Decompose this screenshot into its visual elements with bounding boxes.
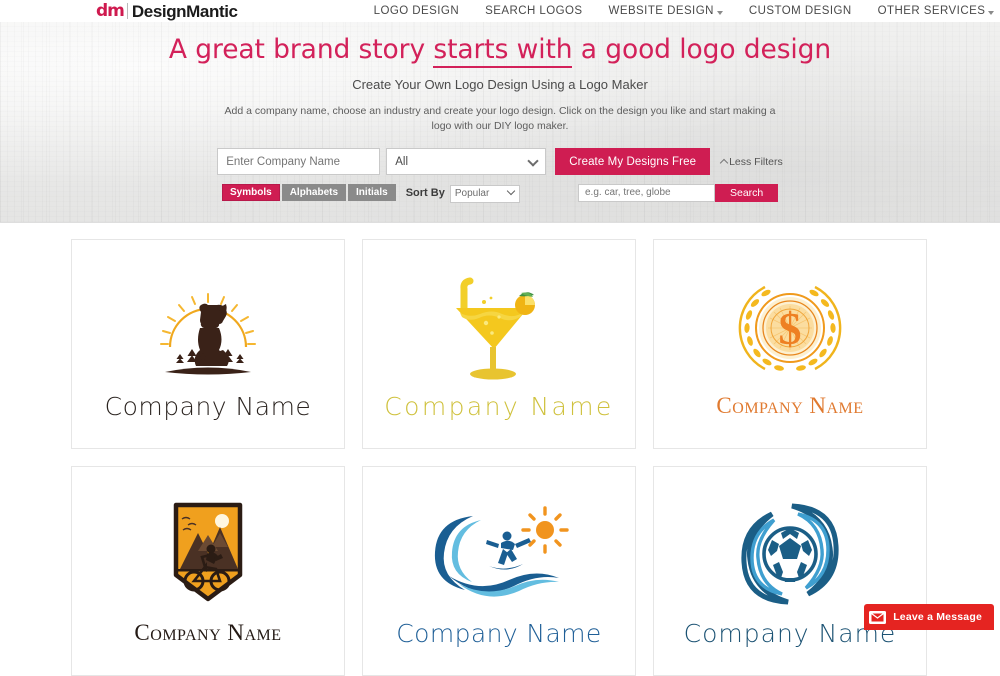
logo-results-grid: Company Name	[0, 223, 1000, 676]
nav-item-logo-design[interactable]: LOGO DESIGN	[374, 5, 459, 17]
logo-company-name: Company Name	[384, 392, 613, 421]
logo-card-surfer-wave[interactable]: Company Name	[362, 466, 636, 676]
nav-item-label: WEBSITE DESIGN	[609, 5, 714, 17]
industry-select[interactable]: All	[386, 148, 546, 175]
nav-item-other-services[interactable]: OTHER SERVICES	[878, 5, 995, 17]
soccer-ball-swirl-icon	[734, 495, 846, 613]
filter-chip-initials[interactable]: Initials	[348, 184, 396, 201]
nav-links: LOGO DESIGN SEARCH LOGOS WEBSITE DESIGN …	[374, 5, 995, 17]
page-title-underlined: starts with	[433, 34, 572, 68]
less-filters-label: Less Filters	[729, 156, 783, 168]
envelope-icon	[869, 611, 886, 624]
filter-chip-alphabets[interactable]: Alphabets	[282, 184, 346, 201]
page-title-part1: A great brand story	[169, 34, 433, 65]
page-title: A great brand story starts with a good l…	[0, 34, 1000, 65]
less-filters-toggle[interactable]: Less Filters	[721, 156, 783, 168]
sort-by-select[interactable]: Popular	[450, 185, 520, 203]
hero-description: Add a company name, choose an industry a…	[220, 104, 780, 134]
brand-divider	[127, 3, 128, 19]
cocktail-glass-icon	[444, 268, 554, 386]
logo-company-name: Company Name	[716, 393, 863, 419]
designmantic-mark-icon: dm	[96, 3, 124, 20]
mountain-bike-badge-icon	[158, 496, 258, 614]
chat-label: Leave a Message	[893, 611, 982, 623]
logo-card-soccer-ball[interactable]: Company Name	[653, 466, 927, 676]
dollar-coin-wreath-icon: $	[735, 269, 845, 387]
nav-item-label: SEARCH LOGOS	[485, 5, 582, 17]
logo-company-name: Company Name	[396, 619, 601, 648]
filters-row: Symbols Alphabets Initials Sort By Popul…	[0, 183, 1000, 202]
sort-select-wrapper: Popular	[450, 183, 520, 203]
nav-item-search-logos[interactable]: SEARCH LOGOS	[485, 5, 582, 17]
chevron-down-icon	[988, 11, 994, 15]
chevron-up-icon	[720, 159, 728, 167]
surfer-wave-icon	[429, 495, 569, 613]
brand-logo[interactable]: dm DesignMantic	[96, 3, 238, 20]
logo-card-cocktail[interactable]: Company Name	[362, 239, 636, 449]
keyword-search-input[interactable]	[578, 184, 715, 202]
leave-a-message-widget[interactable]: Leave a Message	[864, 604, 994, 630]
logo-company-name: Company Name	[105, 392, 312, 421]
filter-chips-group: Symbols Alphabets Initials Sort By Popul…	[222, 183, 520, 203]
brand-name: DesignMantic	[132, 3, 238, 20]
create-designs-button[interactable]: Create My Designs Free	[555, 148, 710, 175]
page-title-part2: a good logo design	[572, 34, 831, 65]
top-navigation-bar: dm DesignMantic LOGO DESIGN SEARCH LOGOS…	[0, 0, 1000, 22]
nav-item-website-design[interactable]: WEBSITE DESIGN	[609, 5, 723, 17]
keyword-search-group: Search	[578, 184, 778, 202]
dog-sunrise-icon	[143, 268, 273, 386]
industry-select-wrapper: All	[386, 148, 546, 175]
svg-text:$: $	[779, 303, 802, 354]
company-name-input[interactable]	[217, 148, 380, 175]
chevron-down-icon	[717, 11, 723, 15]
hero-section: A great brand story starts with a good l…	[0, 22, 1000, 223]
logo-search-form: All Create My Designs Free Less Filters	[0, 148, 1000, 175]
sort-by-label: Sort By	[406, 187, 445, 199]
hero-subtitle: Create Your Own Logo Design Using a Logo…	[0, 77, 1000, 92]
nav-item-label: LOGO DESIGN	[374, 5, 459, 17]
logo-card-mountain-bike[interactable]: Company Name	[71, 466, 345, 676]
logo-card-dog-sunrise[interactable]: Company Name	[71, 239, 345, 449]
nav-item-label: CUSTOM DESIGN	[749, 5, 852, 17]
nav-item-label: OTHER SERVICES	[878, 5, 986, 17]
logo-card-dollar-coin[interactable]: $ Company Name	[653, 239, 927, 449]
search-button[interactable]: Search	[715, 184, 778, 202]
logo-company-name: Company Name	[134, 620, 281, 646]
nav-item-custom-design[interactable]: CUSTOM DESIGN	[749, 5, 852, 17]
filter-chip-symbols[interactable]: Symbols	[222, 184, 280, 201]
